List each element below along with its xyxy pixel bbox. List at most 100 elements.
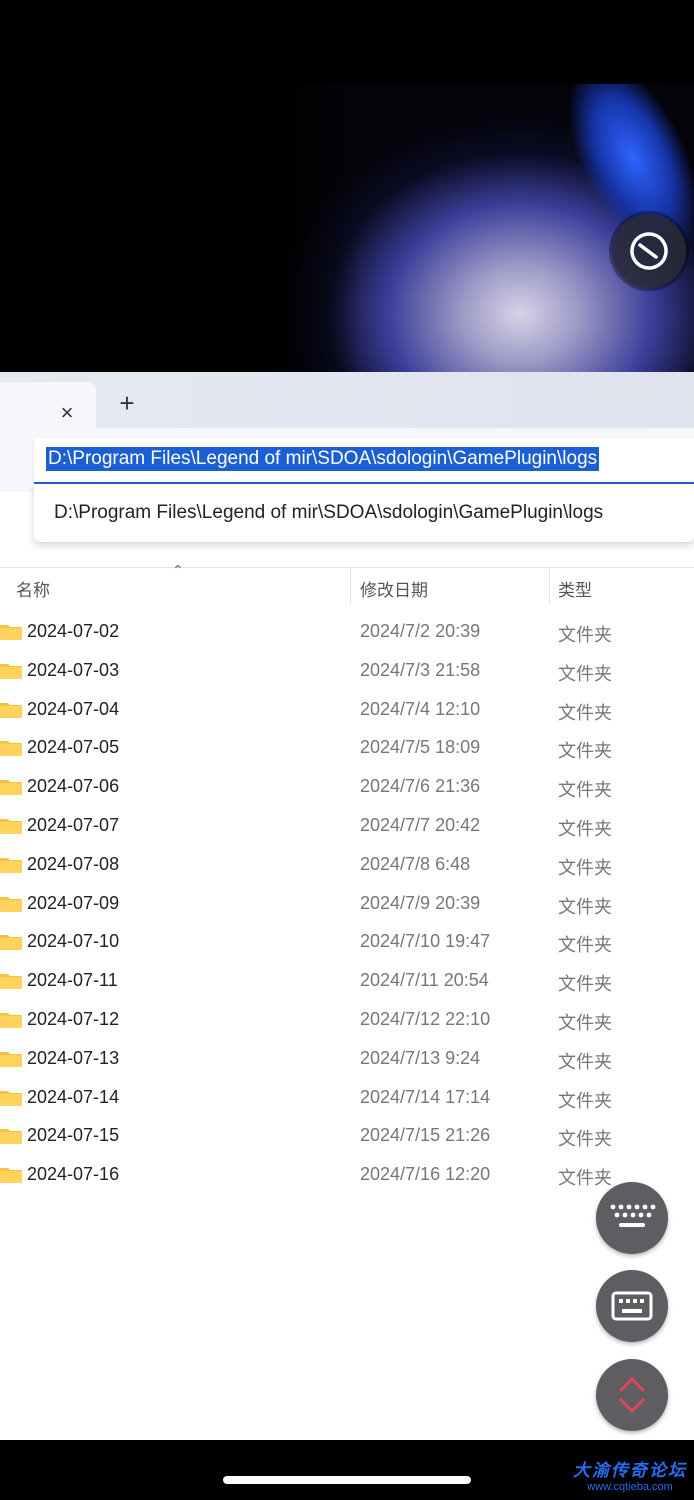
column-name[interactable]: 名称 xyxy=(16,576,50,601)
column-header: ⌃ 名称 修改日期 类型 xyxy=(0,562,694,606)
column-type[interactable]: 类型 xyxy=(558,576,592,601)
file-date: 2024/7/8 6:48 xyxy=(360,853,471,874)
tab-bar: × + xyxy=(0,372,694,428)
table-row[interactable]: 2024-07-12 2024/7/12 22:10 文件夹 xyxy=(0,1000,694,1039)
table-row[interactable]: 2024-07-10 2024/7/10 19:47 文件夹 xyxy=(0,922,694,961)
clock-button[interactable] xyxy=(612,214,686,288)
file-type: 文件夹 xyxy=(558,974,612,995)
address-suggestion-dropdown: D:\Program Files\Legend of mir\SDOA\sdol… xyxy=(34,484,694,542)
file-type: 文件夹 xyxy=(558,1013,612,1033)
file-date: 2024/7/3 21:58 xyxy=(360,659,481,680)
file-date: 2024/7/13 9:24 xyxy=(360,1047,481,1068)
file-type: 文件夹 xyxy=(558,819,612,839)
file-type: 文件夹 xyxy=(558,780,612,801)
file-name: 2024-07-08 xyxy=(27,853,120,874)
file-type: 文件夹 xyxy=(558,1090,612,1111)
table-row[interactable]: 2024-07-05 2024/7/5 18:09 文件夹 xyxy=(0,728,694,767)
file-type: 文件夹 xyxy=(558,702,612,723)
file-date: 2024/7/16 12:20 xyxy=(360,1164,491,1185)
folder-icon xyxy=(0,702,22,718)
file-type: 文件夹 xyxy=(558,663,612,684)
watermark-title: 大渝传奇论坛 xyxy=(573,1461,687,1481)
file-type: 文件夹 xyxy=(558,625,612,645)
file-name: 2024-07-11 xyxy=(27,970,118,991)
suggestion-item[interactable]: D:\Program Files\Legend of mir\SDOA\sdol… xyxy=(54,502,603,524)
address-selected-text[interactable]: D:\Program Files\Legend of mir\SDOA\sdol… xyxy=(46,447,600,471)
table-row[interactable]: 2024-07-09 2024/7/9 20:39 文件夹 xyxy=(0,884,694,923)
file-name: 2024-07-15 xyxy=(27,1125,120,1146)
folder-icon xyxy=(0,1129,22,1145)
tab-current[interactable]: × xyxy=(0,382,96,428)
file-date: 2024/7/2 20:39 xyxy=(360,621,481,641)
new-tab-button[interactable]: + xyxy=(116,390,138,416)
table-row[interactable]: 2024-07-16 2024/7/16 12:20 文件夹 xyxy=(0,1155,694,1194)
file-name: 2024-07-07 xyxy=(27,815,120,835)
table-row[interactable]: 2024-07-07 2024/7/7 20:42 文件夹 xyxy=(0,806,694,845)
file-type: 文件夹 xyxy=(558,1168,612,1189)
file-date: 2024/7/4 12:10 xyxy=(360,698,481,719)
sort-ascending-icon: ⌃ xyxy=(172,562,184,578)
keyboard-icon xyxy=(611,1291,653,1321)
file-date: 2024/7/15 21:26 xyxy=(360,1125,491,1146)
home-indicator[interactable] xyxy=(223,1476,471,1484)
keyboard-button[interactable] xyxy=(596,1270,668,1342)
tab-close-icon[interactable]: × xyxy=(56,402,78,424)
address-bar[interactable]: D:\Program Files\Legend of mir\SDOA\sdol… xyxy=(34,438,694,484)
table-row[interactable]: 2024-07-02 2024/7/2 20:39 文件夹 xyxy=(0,612,694,651)
file-name: 2024-07-04 xyxy=(27,698,120,719)
file-explorer-window: × + D:\Program Files\Legend of mir\SDOA\… xyxy=(0,372,694,1440)
folder-icon xyxy=(0,1051,22,1067)
chevron-updown-icon xyxy=(618,1377,646,1413)
folder-icon xyxy=(0,896,22,912)
file-date: 2024/7/6 21:36 xyxy=(360,776,481,797)
file-date: 2024/7/7 20:42 xyxy=(360,815,481,835)
file-name: 2024-07-02 xyxy=(27,621,120,641)
column-divider[interactable] xyxy=(549,568,550,604)
folder-icon xyxy=(0,741,22,757)
file-type: 文件夹 xyxy=(558,896,612,917)
table-row[interactable]: 2024-07-08 2024/7/8 6:48 文件夹 xyxy=(0,845,694,884)
clock-icon xyxy=(630,232,668,270)
file-type: 文件夹 xyxy=(558,1051,612,1072)
file-name: 2024-07-16 xyxy=(27,1164,120,1185)
file-name: 2024-07-06 xyxy=(27,776,120,797)
folder-icon xyxy=(0,819,22,834)
watermark: 大渝传奇论坛 www.cqtieba.com xyxy=(570,1456,690,1493)
file-name: 2024-07-13 xyxy=(27,1047,120,1068)
file-name: 2024-07-09 xyxy=(27,892,120,913)
status-bar xyxy=(0,0,694,84)
table-row[interactable]: 2024-07-04 2024/7/4 12:10 文件夹 xyxy=(0,690,694,729)
folder-icon xyxy=(0,1013,22,1028)
folder-icon xyxy=(0,1090,22,1106)
column-date[interactable]: 修改日期 xyxy=(360,576,428,601)
folder-icon xyxy=(0,663,22,679)
table-row[interactable]: 2024-07-14 2024/7/14 17:14 文件夹 xyxy=(0,1078,694,1117)
expand-button[interactable] xyxy=(596,1359,668,1431)
file-name: 2024-07-12 xyxy=(27,1009,120,1029)
folder-icon xyxy=(0,974,22,990)
keyboard-icon xyxy=(610,1204,656,1227)
table-row[interactable]: 2024-07-11 2024/7/11 20:54 文件夹 xyxy=(0,961,694,1000)
file-date: 2024/7/11 20:54 xyxy=(360,970,489,991)
watermark-url: www.cqtieba.com xyxy=(587,1481,673,1493)
file-type: 文件夹 xyxy=(558,935,612,956)
table-row[interactable]: 2024-07-15 2024/7/15 21:26 文件夹 xyxy=(0,1116,694,1155)
file-date: 2024/7/10 19:47 xyxy=(360,931,491,952)
file-date: 2024/7/14 17:14 xyxy=(360,1086,491,1107)
keyboard-dots-button[interactable] xyxy=(596,1182,668,1254)
file-type: 文件夹 xyxy=(558,741,612,762)
folder-icon xyxy=(0,935,22,951)
table-row[interactable]: 2024-07-03 2024/7/3 21:58 文件夹 xyxy=(0,651,694,690)
folder-icon xyxy=(0,857,22,873)
table-row[interactable]: 2024-07-06 2024/7/6 21:36 文件夹 xyxy=(0,767,694,806)
file-type: 文件夹 xyxy=(558,857,612,878)
navigation-bar: 大渝传奇论坛 www.cqtieba.com xyxy=(0,1440,694,1500)
file-name: 2024-07-03 xyxy=(27,659,120,680)
file-type: 文件夹 xyxy=(558,1129,612,1150)
folder-icon xyxy=(0,780,22,796)
camera-preview xyxy=(0,84,694,372)
file-date: 2024/7/12 22:10 xyxy=(360,1009,491,1029)
folder-icon xyxy=(0,625,22,640)
column-divider[interactable] xyxy=(350,568,351,604)
table-row[interactable]: 2024-07-13 2024/7/13 9:24 文件夹 xyxy=(0,1039,694,1078)
